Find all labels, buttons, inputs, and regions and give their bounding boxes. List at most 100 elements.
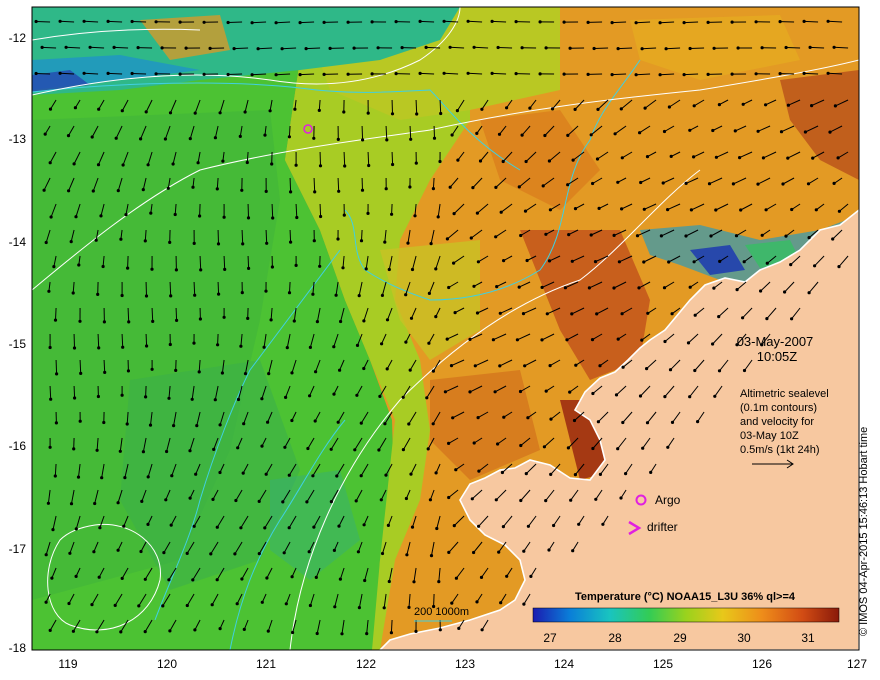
velocity-arrow-head <box>151 319 155 323</box>
velocity-arrow-head <box>82 71 86 75</box>
velocity-arrow-head <box>431 369 435 373</box>
velocity-arrow-head <box>266 629 270 633</box>
velocity-arrow-head <box>425 396 429 400</box>
velocity-arrow-head <box>271 216 275 220</box>
velocity-arrow-head <box>383 240 387 244</box>
velocity-arrow-head <box>523 364 527 368</box>
velocity-arrow-head <box>438 159 442 164</box>
velocity-arrow-head <box>263 133 267 137</box>
velocity-arrow-head <box>262 345 266 349</box>
velocity-arrow-head <box>338 577 342 581</box>
velocity-arrow-head <box>341 266 345 270</box>
velocity-arrow-head <box>178 20 182 24</box>
velocity-arrow-head <box>480 628 484 632</box>
velocity-arrow-head <box>53 318 58 322</box>
velocity-arrow-head <box>658 73 662 77</box>
velocity-arrow-head <box>616 337 620 341</box>
velocity-arrow-head <box>431 187 435 191</box>
velocity-arrow-head <box>366 111 370 115</box>
velocity-arrow-head <box>572 418 577 423</box>
velocity-arrow-head <box>448 45 452 49</box>
velocity-arrow-head <box>359 421 363 425</box>
velocity-arrow-head <box>692 104 696 108</box>
velocity-arrow-head <box>406 241 410 245</box>
velocity-arrow-head <box>733 129 737 133</box>
velocity-arrow-head <box>612 233 616 237</box>
velocity-arrow-head <box>197 370 201 374</box>
velocity-arrow-head <box>784 45 788 50</box>
velocity-arrow-head <box>322 72 326 76</box>
velocity-arrow-head <box>415 112 419 116</box>
velocity-arrow-head <box>594 497 598 501</box>
velocity-arrow-head <box>742 368 747 373</box>
velocity-arrow <box>103 359 106 373</box>
velocity-arrow-head <box>595 312 599 316</box>
velocity-arrow-head <box>439 111 443 116</box>
velocity-arrow-head <box>239 526 243 530</box>
velocity-arrow-head <box>616 47 620 51</box>
velocity-arrow-head <box>58 71 62 75</box>
velocity-arrow-head <box>336 420 340 424</box>
velocity-arrow-head <box>264 472 268 476</box>
velocity-arrow-head <box>466 71 470 75</box>
velocity-arrow-head <box>591 446 595 451</box>
velocity-arrow-head <box>469 236 473 240</box>
velocity-arrow-head <box>99 214 103 218</box>
velocity-arrow-head <box>226 20 230 25</box>
velocity-arrow-head <box>315 631 319 636</box>
velocity-arrow-head <box>790 317 794 321</box>
velocity-arrow-head <box>424 45 428 50</box>
velocity-arrow-head <box>119 237 123 241</box>
velocity-arrow-head <box>281 500 285 504</box>
velocity-arrow-head <box>102 420 106 425</box>
velocity-arrow-head <box>418 19 422 23</box>
velocity-arrow-head <box>287 135 291 139</box>
velocity-arrow-head <box>408 368 412 372</box>
velocity-arrow-head <box>741 316 745 320</box>
velocity-arrow-head <box>161 604 165 608</box>
velocity-arrow-head <box>404 293 408 297</box>
velocity-arrow-head <box>832 45 836 49</box>
velocity-arrow-head <box>143 577 147 581</box>
velocity-arrow-head <box>593 260 598 264</box>
velocity-arrow-head <box>357 606 361 610</box>
y-tick-label: -12 <box>9 31 27 45</box>
velocity-arrow-head <box>523 209 528 213</box>
velocity-arrow <box>391 151 394 165</box>
velocity-arrow-head <box>620 156 624 160</box>
velocity-arrow-head <box>428 498 432 502</box>
velocity-arrow-head <box>212 447 216 451</box>
velocity-arrow <box>60 20 75 23</box>
credit-text: © IMOS 04-Apr-2015 15:46:13 Hobart time <box>858 426 870 636</box>
velocity-arrow-head <box>106 19 110 23</box>
velocity-arrow-head <box>121 345 125 349</box>
velocity-arrow-head <box>735 288 739 292</box>
velocity-arrow-head <box>355 343 360 347</box>
velocity-arrow-head <box>366 211 370 215</box>
velocity-arrow-head <box>257 552 261 556</box>
velocity-arrow-head <box>308 603 312 608</box>
velocity-arrow-head <box>123 476 127 480</box>
velocity-arrow-head <box>566 133 570 137</box>
velocity-arrow-head <box>475 131 479 135</box>
velocity-arrow-head <box>414 629 418 634</box>
velocity-arrow-head <box>169 294 173 298</box>
velocity-arrow-head <box>664 47 668 51</box>
velocity-arrow <box>804 20 819 23</box>
velocity-arrow-head <box>362 366 366 371</box>
velocity-arrow-head <box>346 20 350 24</box>
velocity-arrow-head <box>121 163 125 167</box>
velocity-arrow-head <box>148 423 153 427</box>
velocity-arrow-head <box>150 367 154 371</box>
velocity-arrow-head <box>52 265 56 269</box>
velocity-arrow-head <box>72 346 77 350</box>
velocity-arrow-head <box>305 500 309 504</box>
velocity-arrow <box>319 203 322 217</box>
velocity-arrow-head <box>113 603 117 608</box>
velocity-arrow-head <box>731 182 736 186</box>
velocity-arrow-head <box>475 311 480 315</box>
velocity-arrow-head <box>243 110 247 114</box>
velocity-arrow-head <box>450 133 454 137</box>
velocity-arrow-head <box>813 264 817 268</box>
velocity-arrow-head <box>601 522 605 526</box>
